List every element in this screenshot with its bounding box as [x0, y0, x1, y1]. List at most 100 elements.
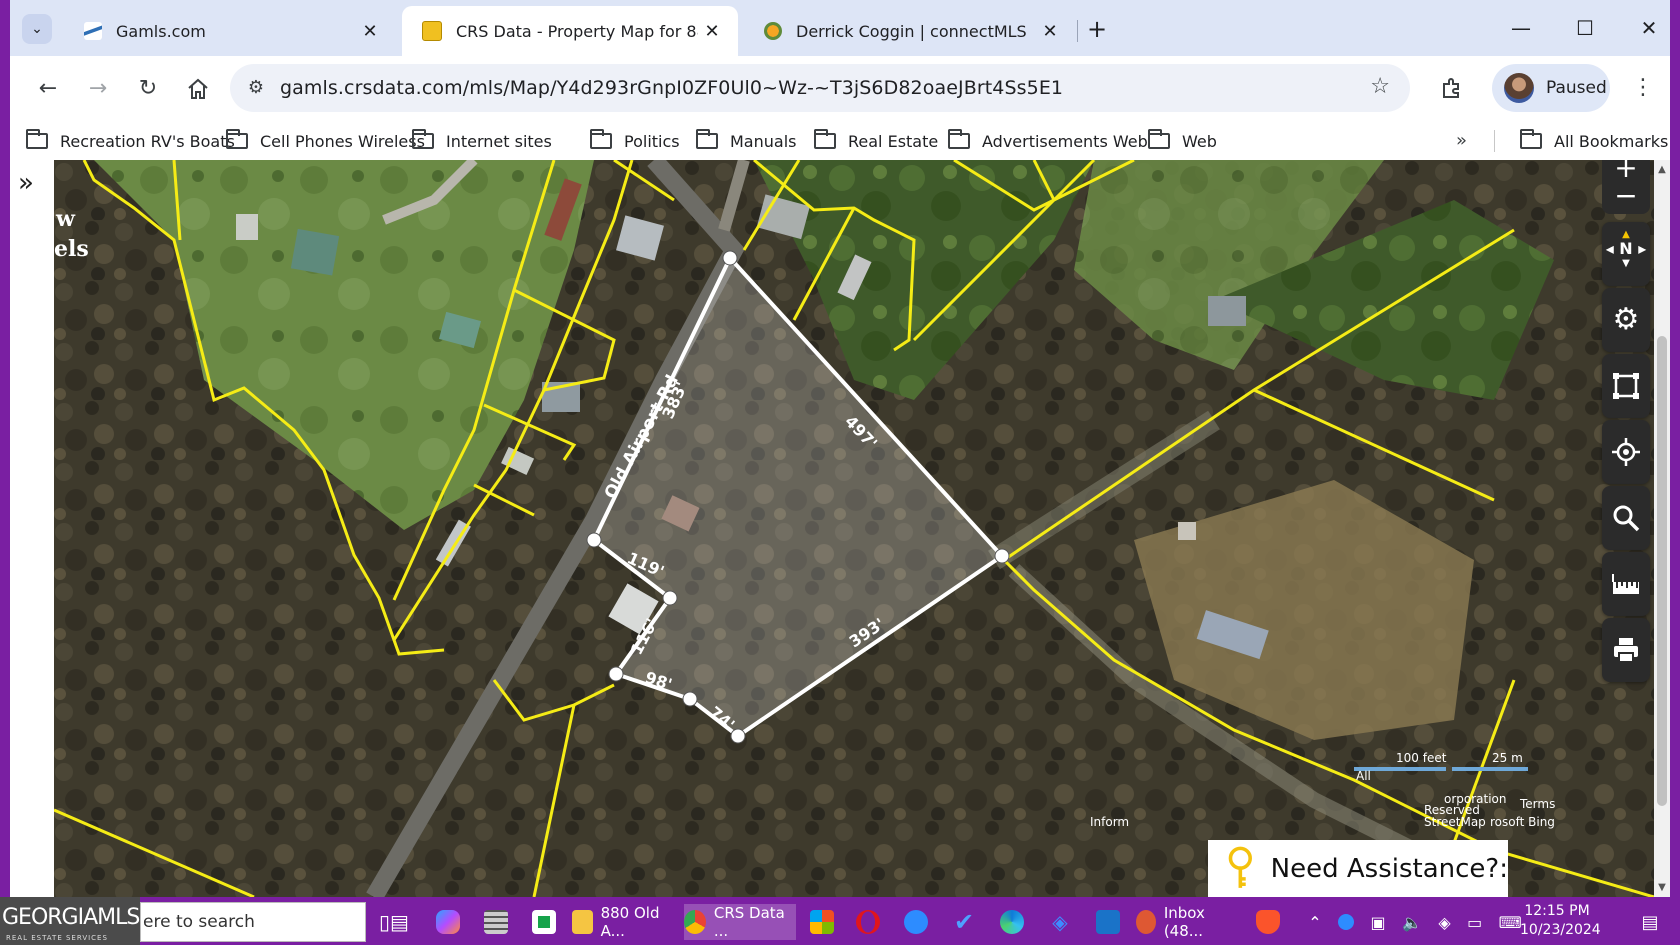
- brave-button[interactable]: [1248, 904, 1288, 940]
- close-icon[interactable]: ✕: [1036, 21, 1064, 42]
- bookmark-label: Advertisements Web: [982, 131, 1148, 151]
- extensions-icon[interactable]: [1434, 70, 1470, 106]
- edge-button[interactable]: [992, 904, 1032, 940]
- tab-crs-data[interactable]: CRS Data - Property Map for 880 C ✕: [402, 6, 738, 56]
- zoom-tray-icon[interactable]: [1338, 914, 1355, 930]
- dropbox-tray-icon[interactable]: ◈: [1438, 913, 1450, 932]
- bookmark-star-icon[interactable]: ☆: [1370, 74, 1390, 99]
- device-icon[interactable]: ▣: [1370, 913, 1385, 932]
- locate-button[interactable]: [1602, 420, 1650, 484]
- system-tray[interactable]: ⌃ ▣ 🔈 ◈ ▭ ⌨: [1300, 904, 1530, 940]
- property-map[interactable]: Old Airport Rd 383' 497' 119' 116' 98' 7…: [54, 160, 1654, 897]
- new-tab-button[interactable]: +: [1080, 12, 1114, 46]
- bookmark-folder[interactable]: Web: [1148, 126, 1217, 156]
- select-area-button[interactable]: [1602, 354, 1650, 418]
- profile-button[interactable]: Paused: [1492, 64, 1610, 112]
- battery-icon[interactable]: ▭: [1467, 913, 1482, 932]
- measure-button[interactable]: [1602, 552, 1650, 616]
- close-icon[interactable]: ✕: [698, 21, 726, 42]
- folder-icon: [572, 910, 593, 934]
- copilot-icon: [436, 910, 460, 934]
- taskbar-clock[interactable]: 12:15 PM 10/23/2024: [1520, 902, 1601, 940]
- side-panel: »: [10, 160, 54, 897]
- site-info-icon[interactable]: ⚙: [244, 76, 268, 100]
- attribution-inform: Inform: [1090, 815, 1129, 829]
- store-button[interactable]: [802, 904, 842, 940]
- taskbar-app-explorer[interactable]: 880 Old A...: [572, 904, 676, 940]
- compass-button[interactable]: ▲ ◂ N ▸ ▼: [1602, 222, 1650, 286]
- compass-label: N: [1619, 239, 1633, 258]
- taskbar-app-chrome[interactable]: CRS Data ...: [684, 904, 796, 940]
- arrow-right-icon: →: [88, 76, 108, 101]
- zoom-out-button[interactable]: −: [1602, 182, 1650, 210]
- bookmark-label: Cell Phones Wireless: [260, 131, 425, 151]
- folder-icon: [1520, 129, 1542, 149]
- more-menu-icon[interactable]: ⋮: [1628, 70, 1658, 106]
- speaker-icon[interactable]: 🔈: [1402, 913, 1422, 932]
- outlook-button[interactable]: [1088, 904, 1128, 940]
- taskbar-search[interactable]: ere to search: [140, 902, 366, 942]
- calculator-button[interactable]: [476, 904, 516, 940]
- settings-button[interactable]: ⚙: [1602, 288, 1650, 352]
- need-assistance-widget[interactable]: Need Assistance?:: [1208, 840, 1508, 897]
- task-view-button[interactable]: ▯▤: [376, 904, 412, 940]
- panel-overflow-line: els: [54, 236, 89, 262]
- close-window-button[interactable]: ✕: [1624, 10, 1670, 46]
- bookmark-folder[interactable]: Recreation RV's Boats: [26, 126, 235, 156]
- bookmark-folder[interactable]: Internet sites: [412, 126, 552, 156]
- scrollbar-thumb[interactable]: [1657, 336, 1667, 806]
- reload-button[interactable]: ↻: [130, 71, 166, 107]
- crs-favicon-icon: [422, 21, 442, 41]
- address-bar[interactable]: ⚙ gamls.crsdata.com/mls/Map/Y4d293rGnpI0…: [230, 64, 1410, 112]
- zoom-button[interactable]: [896, 904, 936, 940]
- print-button[interactable]: [1602, 618, 1650, 682]
- copilot-button[interactable]: [428, 904, 468, 940]
- opera-button[interactable]: [848, 904, 888, 940]
- folder-icon: [814, 129, 836, 149]
- tab-gamls[interactable]: Gamls.com ✕: [64, 6, 396, 56]
- keyboard-icon[interactable]: ⌨: [1499, 913, 1522, 932]
- bookmark-folder[interactable]: Politics: [590, 126, 680, 156]
- chrome-icon: [684, 910, 706, 934]
- attribution-bing: rosoft Bing: [1490, 815, 1555, 829]
- map-search-button[interactable]: [1602, 486, 1650, 550]
- bookmarks-overflow-icon[interactable]: »: [1456, 130, 1467, 151]
- bookmark-folder[interactable]: Cell Phones Wireless: [226, 126, 425, 156]
- bookmark-folder[interactable]: Manuals: [696, 126, 796, 156]
- satellite-map[interactable]: Old Airport Rd 383' 497' 119' 116' 98' 7…: [54, 160, 1654, 897]
- close-icon[interactable]: ✕: [356, 21, 384, 42]
- forward-button[interactable]: →: [80, 71, 116, 107]
- dropbox-icon: ◈: [1052, 910, 1068, 934]
- all-bookmarks-button[interactable]: All Bookmarks: [1520, 126, 1668, 156]
- home-button[interactable]: [180, 71, 216, 107]
- bookmark-label: Recreation RV's Boats: [60, 131, 235, 151]
- dropbox-button[interactable]: ◈: [1040, 904, 1080, 940]
- scroll-down-icon[interactable]: ▼: [1654, 882, 1670, 893]
- browser-window: ⌄ Gamls.com ✕ CRS Data - Property Map fo…: [10, 0, 1670, 897]
- crosshair-icon: [1612, 438, 1640, 466]
- expand-panel-button[interactable]: »: [18, 168, 34, 198]
- page-scrollbar[interactable]: ▲ ▼: [1654, 160, 1670, 897]
- clock-date: 10/23/2024: [1520, 922, 1601, 938]
- bookmark-folder[interactable]: Real Estate: [814, 126, 938, 156]
- todo-button[interactable]: ✔: [944, 904, 984, 940]
- attribution-terms[interactable]: Terms: [1519, 797, 1555, 811]
- bookmarks-bar: Recreation RV's Boats Cell Phones Wirele…: [10, 122, 1670, 160]
- notifications-button[interactable]: ▤: [1630, 904, 1670, 940]
- back-button[interactable]: ←: [30, 71, 66, 107]
- minimize-button[interactable]: —: [1496, 10, 1546, 46]
- tab-search-button[interactable]: ⌄: [22, 14, 52, 44]
- tab-connectmls[interactable]: Derrick Coggin | connectMLS ✕: [744, 6, 1076, 56]
- taskbar-app-inbox[interactable]: Inbox (48...: [1136, 904, 1234, 940]
- url-text[interactable]: gamls.crsdata.com/mls/Map/Y4d293rGnpI0ZF…: [280, 64, 1063, 112]
- calculator-icon: [484, 910, 508, 934]
- maximize-button[interactable]: ☐: [1560, 10, 1610, 46]
- chevron-up-icon[interactable]: ⌃: [1308, 913, 1321, 932]
- brave-icon: [1256, 910, 1280, 934]
- scale-metric: 25 m: [1492, 751, 1523, 765]
- building: [290, 228, 340, 276]
- gamls-favicon-icon: [84, 22, 102, 40]
- bookmark-folder[interactable]: Advertisements Web: [948, 126, 1148, 156]
- scroll-up-icon[interactable]: ▲: [1654, 164, 1670, 175]
- evernote-button[interactable]: [524, 904, 564, 940]
